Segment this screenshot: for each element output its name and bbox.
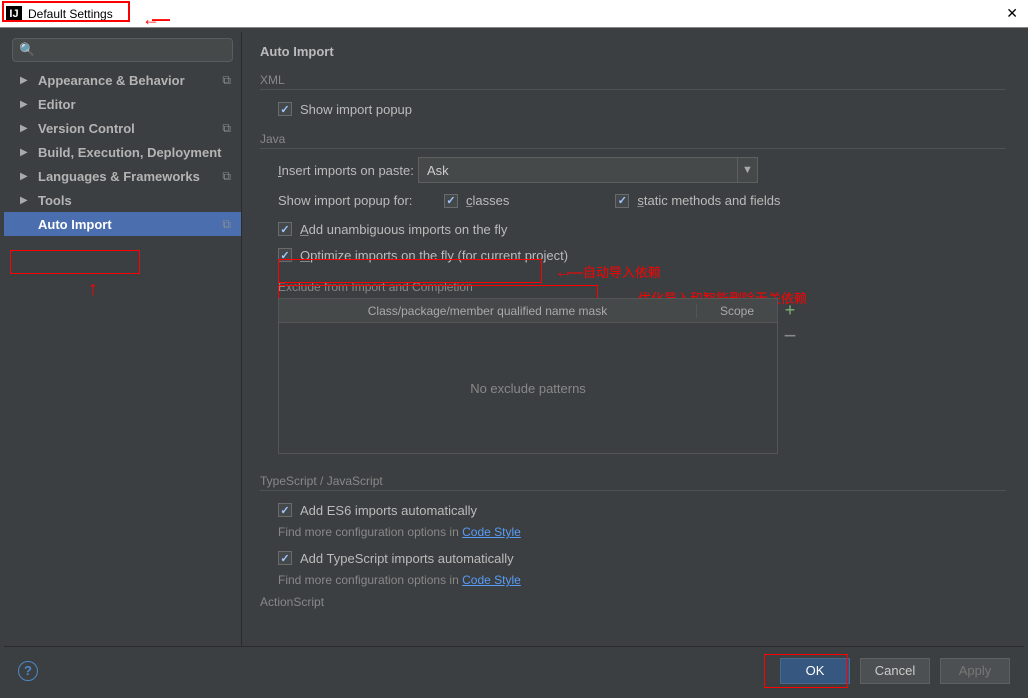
popup-for-row: Show import popup for: classes static me…: [278, 193, 1006, 208]
col-scope: Scope: [697, 304, 777, 318]
section-xml: XML: [260, 73, 1006, 87]
col-mask: Class/package/member qualified name mask: [279, 304, 697, 318]
settings-content: Auto Import XML Show import popup Java I…: [242, 32, 1024, 646]
settings-tree: ▶Appearance & Behavior⧉ ▶Editor ▶Version…: [4, 68, 241, 236]
search-input-wrap[interactable]: 🔍: [12, 38, 233, 62]
settings-sidebar: 🔍 ▶Appearance & Behavior⧉ ▶Editor ▶Versi…: [4, 32, 242, 646]
paste-label: Insert imports on paste:: [278, 163, 418, 178]
tree-appearance[interactable]: ▶Appearance & Behavior⧉: [4, 68, 241, 92]
paste-select[interactable]: Ask ▼: [418, 157, 758, 183]
cancel-button[interactable]: Cancel: [860, 658, 930, 684]
copy-icon: ⧉: [222, 217, 231, 232]
divider: [260, 490, 1006, 491]
section-ts: TypeScript / JavaScript: [260, 474, 1006, 488]
chevron-right-icon: ▶: [20, 171, 32, 182]
copy-icon: ⧉: [222, 169, 231, 184]
app-icon: IJ: [6, 6, 22, 22]
add-unambiguous-row[interactable]: Add unambiguous imports on the fly: [278, 218, 1006, 240]
section-actionscript: ActionScript: [260, 595, 1006, 609]
add-unambiguous-label: Add unambiguous imports on the fly: [300, 222, 507, 237]
static-label: static methods and fields: [637, 193, 780, 208]
close-icon[interactable]: ✕: [1006, 5, 1018, 22]
search-input[interactable]: [39, 42, 226, 58]
code-style-link[interactable]: Code Style: [462, 525, 521, 539]
divider: [260, 148, 1006, 149]
optimize-row[interactable]: Optimize imports on the fly (for current…: [278, 244, 1006, 266]
checkbox-es6[interactable]: [278, 503, 292, 517]
exclude-label: Exclude from Import and Completion: [278, 280, 1006, 294]
paste-value: Ask: [427, 163, 449, 178]
tree-editor[interactable]: ▶Editor: [4, 92, 241, 116]
copy-icon: ⧉: [222, 73, 231, 88]
table-empty: No exclude patterns: [279, 323, 777, 453]
search-icon: 🔍: [19, 42, 35, 58]
popup-for-label: Show import popup for:: [278, 193, 418, 208]
tree-tools[interactable]: ▶Tools: [4, 188, 241, 212]
window-titlebar: IJ Default Settings ✕: [0, 0, 1028, 28]
help-icon[interactable]: ?: [18, 661, 38, 681]
checkbox-add-unambiguous[interactable]: [278, 222, 292, 236]
chevron-down-icon: ▼: [737, 158, 757, 182]
page-title: Auto Import: [260, 44, 1006, 59]
es6-row[interactable]: Add ES6 imports automatically: [278, 499, 1006, 521]
optimize-label: Optimize imports on the fly (for current…: [300, 248, 568, 263]
es6-hint: Find more configuration options in Code …: [278, 525, 1006, 539]
chevron-right-icon: ▶: [20, 147, 32, 158]
divider: [260, 89, 1006, 90]
tree-languages[interactable]: ▶Languages & Frameworks⧉: [4, 164, 241, 188]
copy-icon: ⧉: [222, 121, 231, 136]
section-java: Java: [260, 132, 1006, 146]
ts-imports-row[interactable]: Add TypeScript imports automatically: [278, 547, 1006, 569]
table-header: Class/package/member qualified name mask…: [279, 299, 777, 323]
ts-block: TypeScript / JavaScript Add ES6 imports …: [260, 474, 1006, 587]
ts-hint: Find more configuration options in Code …: [278, 573, 1006, 587]
xml-show-popup-row[interactable]: Show import popup: [278, 98, 1006, 120]
tree-build[interactable]: ▶Build, Execution, Deployment: [4, 140, 241, 164]
apply-button[interactable]: Apply: [940, 658, 1010, 684]
table-actions: + −: [779, 299, 801, 341]
checkbox-static[interactable]: [615, 194, 629, 208]
dialog-buttons: ? OK Cancel Apply: [4, 646, 1024, 694]
tree-auto-import[interactable]: Auto Import⧉: [4, 212, 241, 236]
ts-imports-label: Add TypeScript imports automatically: [300, 551, 514, 566]
ok-button[interactable]: OK: [780, 658, 850, 684]
classes-label: classes: [466, 193, 509, 208]
paste-row: Insert imports on paste: Ask ▼: [278, 157, 1006, 183]
xml-show-popup-label: Show import popup: [300, 102, 412, 117]
code-style-link-2[interactable]: Code Style: [462, 573, 521, 587]
java-block: Insert imports on paste: Ask ▼ Show impo…: [260, 157, 1006, 454]
remove-icon[interactable]: −: [779, 331, 801, 341]
chevron-right-icon: ▶: [20, 123, 32, 134]
es6-label: Add ES6 imports automatically: [300, 503, 477, 518]
checkbox-optimize[interactable]: [278, 248, 292, 262]
chevron-right-icon: ▶: [20, 195, 32, 206]
chevron-right-icon: ▶: [20, 75, 32, 86]
window-title: Default Settings: [28, 7, 113, 21]
checkbox-ts-imports[interactable]: [278, 551, 292, 565]
tree-version-control[interactable]: ▶Version Control⧉: [4, 116, 241, 140]
add-icon[interactable]: +: [779, 303, 801, 317]
checkbox-xml-show-popup[interactable]: [278, 102, 292, 116]
checkbox-classes[interactable]: [444, 194, 458, 208]
exclude-table: Class/package/member qualified name mask…: [278, 298, 778, 454]
chevron-right-icon: ▶: [20, 99, 32, 110]
